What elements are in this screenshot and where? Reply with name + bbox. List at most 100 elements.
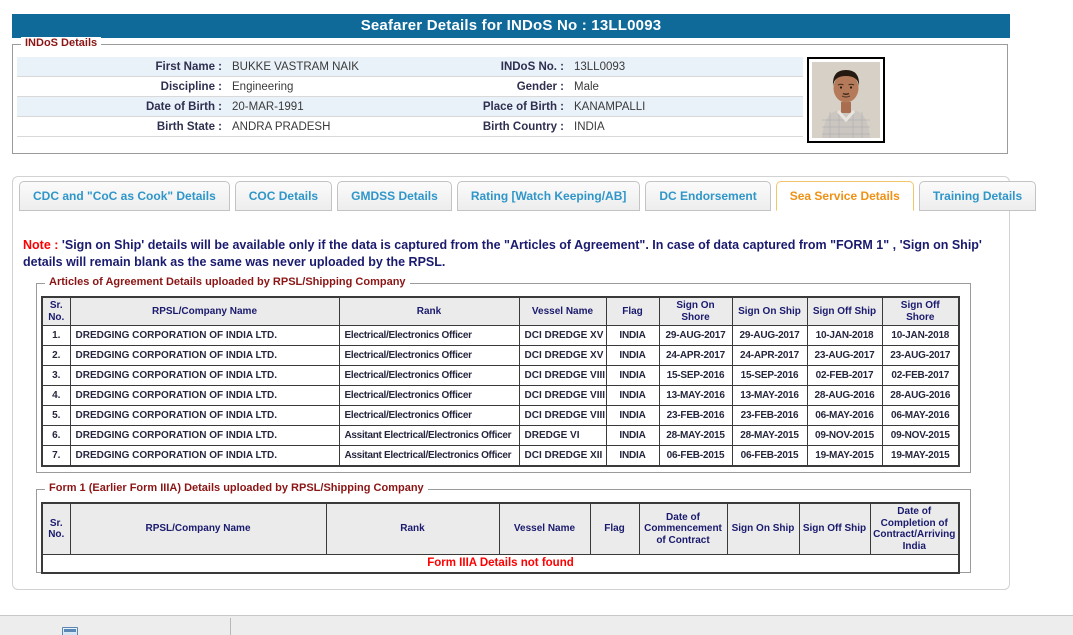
table-cell: Electrical/Electronics Officer — [339, 386, 519, 406]
articles-header-row: Sr. No. RPSL/Company Name Rank Vessel Na… — [42, 297, 959, 326]
note-body: 'Sign on Ship' details will be available… — [23, 238, 982, 269]
tab-sea-service-details[interactable]: Sea Service Details — [776, 181, 914, 211]
tab-training-details[interactable]: Training Details — [919, 181, 1036, 211]
bottom-status-bar — [0, 615, 1073, 635]
table-cell: DCI DREDGE XV — [519, 326, 606, 346]
form1-table: Sr. No. RPSL/Company Name Rank Vessel Na… — [41, 502, 960, 574]
seafarer-details-page: Seafarer Details for INDoS No : 13LL0093… — [0, 0, 1073, 635]
table-cell: 02-FEB-2017 — [807, 366, 882, 386]
col-sign-on-shore: Sign On Shore — [659, 297, 732, 326]
indos-no-label: INDoS No. : — [446, 57, 564, 76]
table-cell: 29-AUG-2017 — [732, 326, 807, 346]
page-title: Seafarer Details for INDoS No : 13LL0093 — [12, 14, 1010, 38]
table-cell: 19-MAY-2015 — [882, 446, 959, 466]
table-cell: 7. — [42, 446, 70, 466]
indos-no-value: 13LL0093 — [564, 57, 803, 76]
table-cell: INDIA — [606, 346, 659, 366]
table-cell: 24-APR-2017 — [659, 346, 732, 366]
table-cell: INDIA — [606, 386, 659, 406]
col-rpsl-company-name: RPSL/Company Name — [70, 297, 339, 326]
table-cell: DCI DREDGE VIII — [519, 386, 606, 406]
table-cell: DCI DREDGE VIII — [519, 406, 606, 426]
col-date-of-commencement: Date of Commencement of Contract — [639, 503, 727, 555]
status-bar-window-icon[interactable] — [62, 627, 78, 635]
table-cell: Electrical/Electronics Officer — [339, 366, 519, 386]
table-cell: 15-SEP-2016 — [732, 366, 807, 386]
table-cell: 24-APR-2017 — [732, 346, 807, 366]
table-cell: 15-SEP-2016 — [659, 366, 732, 386]
table-cell: 3. — [42, 366, 70, 386]
table-cell: 4. — [42, 386, 70, 406]
tab-gmdss-details[interactable]: GMDSS Details — [337, 181, 452, 211]
details-row: Date of Birth : 20-MAR-1991 Place of Bir… — [17, 97, 803, 117]
table-cell: 23-AUG-2017 — [807, 346, 882, 366]
birth-country-value: INDIA — [564, 117, 803, 136]
birth-state-value: ANDRA PRADESH — [222, 117, 446, 136]
table-cell: 6. — [42, 426, 70, 446]
table-cell: 1. — [42, 326, 70, 346]
table-cell: 13-MAY-2016 — [659, 386, 732, 406]
dob-value: 20-MAR-1991 — [222, 97, 446, 116]
gender-value: Male — [564, 77, 803, 96]
table-cell: 2. — [42, 346, 70, 366]
dob-label: Date of Birth : — [17, 97, 222, 116]
table-cell: DCI DREDGE VIII — [519, 366, 606, 386]
table-cell: INDIA — [606, 446, 659, 466]
table-cell: DREDGING CORPORATION OF INDIA LTD. — [70, 346, 339, 366]
seafarer-photo-image — [812, 62, 880, 138]
col-sr-no: Sr. No. — [42, 503, 70, 555]
table-cell: 28-MAY-2015 — [732, 426, 807, 446]
tab-coc-details[interactable]: COC Details — [235, 181, 332, 211]
tab-widget-panel: CDC and "CoC as Cook" Details COC Detail… — [12, 176, 1010, 590]
table-cell: INDIA — [606, 406, 659, 426]
table-cell: 10-JAN-2018 — [882, 326, 959, 346]
tab-cdc-coc-cook-details[interactable]: CDC and "CoC as Cook" Details — [19, 181, 230, 211]
articles-table-body: 1.DREDGING CORPORATION OF INDIA LTD.Elec… — [42, 326, 959, 466]
details-row: First Name : BUKKE VASTRAM NAIK INDoS No… — [17, 57, 803, 77]
status-bar-divider — [230, 618, 231, 635]
indos-details-legend: INDoS Details — [21, 37, 101, 49]
col-sign-off-ship: Sign Off Ship — [807, 297, 882, 326]
form1-legend: Form 1 (Earlier Form IIIA) Details uploa… — [45, 482, 428, 494]
table-cell: 5. — [42, 406, 70, 426]
table-cell: DREDGING CORPORATION OF INDIA LTD. — [70, 446, 339, 466]
birth-state-label: Birth State : — [17, 117, 222, 136]
indos-details-grid: First Name : BUKKE VASTRAM NAIK INDoS No… — [17, 57, 803, 137]
gender-label: Gender : — [446, 77, 564, 96]
articles-table: Sr. No. RPSL/Company Name Rank Vessel Na… — [41, 296, 960, 467]
table-cell: Electrical/Electronics Officer — [339, 406, 519, 426]
indos-details-section: INDoS Details First Name : BUKKE VASTRAM… — [12, 44, 1008, 154]
tab-strip: CDC and "CoC as Cook" Details COC Detail… — [19, 181, 1036, 211]
col-vessel-name: Vessel Name — [519, 297, 606, 326]
table-cell: DREDGING CORPORATION OF INDIA LTD. — [70, 406, 339, 426]
first-name-label: First Name : — [17, 57, 222, 76]
table-cell: INDIA — [606, 326, 659, 346]
col-sr-no: Sr. No. — [42, 297, 70, 326]
note-prefix: Note : — [23, 238, 58, 252]
table-cell: 23-FEB-2016 — [659, 406, 732, 426]
col-rank: Rank — [326, 503, 499, 555]
discipline-value: Engineering — [222, 77, 446, 96]
table-row: 3.DREDGING CORPORATION OF INDIA LTD.Elec… — [42, 366, 959, 386]
table-row: 2.DREDGING CORPORATION OF INDIA LTD.Elec… — [42, 346, 959, 366]
place-of-birth-label: Place of Birth : — [446, 97, 564, 116]
tab-dc-endorsement[interactable]: DC Endorsement — [645, 181, 770, 211]
table-cell: Electrical/Electronics Officer — [339, 346, 519, 366]
table-cell: 06-FEB-2015 — [732, 446, 807, 466]
col-flag: Flag — [606, 297, 659, 326]
seafarer-photo — [807, 57, 885, 143]
table-cell: 13-MAY-2016 — [732, 386, 807, 406]
tab-rating-watch-keeping-ab[interactable]: Rating [Watch Keeping/AB] — [457, 181, 641, 211]
table-cell: DREDGING CORPORATION OF INDIA LTD. — [70, 326, 339, 346]
table-cell: DREDGING CORPORATION OF INDIA LTD. — [70, 366, 339, 386]
table-cell: Assitant Electrical/Electronics Officer — [339, 446, 519, 466]
col-sign-on-ship: Sign On Ship — [727, 503, 799, 555]
table-cell: 09-NOV-2015 — [807, 426, 882, 446]
table-cell: Electrical/Electronics Officer — [339, 326, 519, 346]
col-flag: Flag — [590, 503, 639, 555]
col-sign-off-shore: Sign Off Shore — [882, 297, 959, 326]
table-cell: DCI DREDGE XV — [519, 346, 606, 366]
table-cell: INDIA — [606, 366, 659, 386]
table-cell: 10-JAN-2018 — [807, 326, 882, 346]
table-cell: 28-MAY-2015 — [659, 426, 732, 446]
